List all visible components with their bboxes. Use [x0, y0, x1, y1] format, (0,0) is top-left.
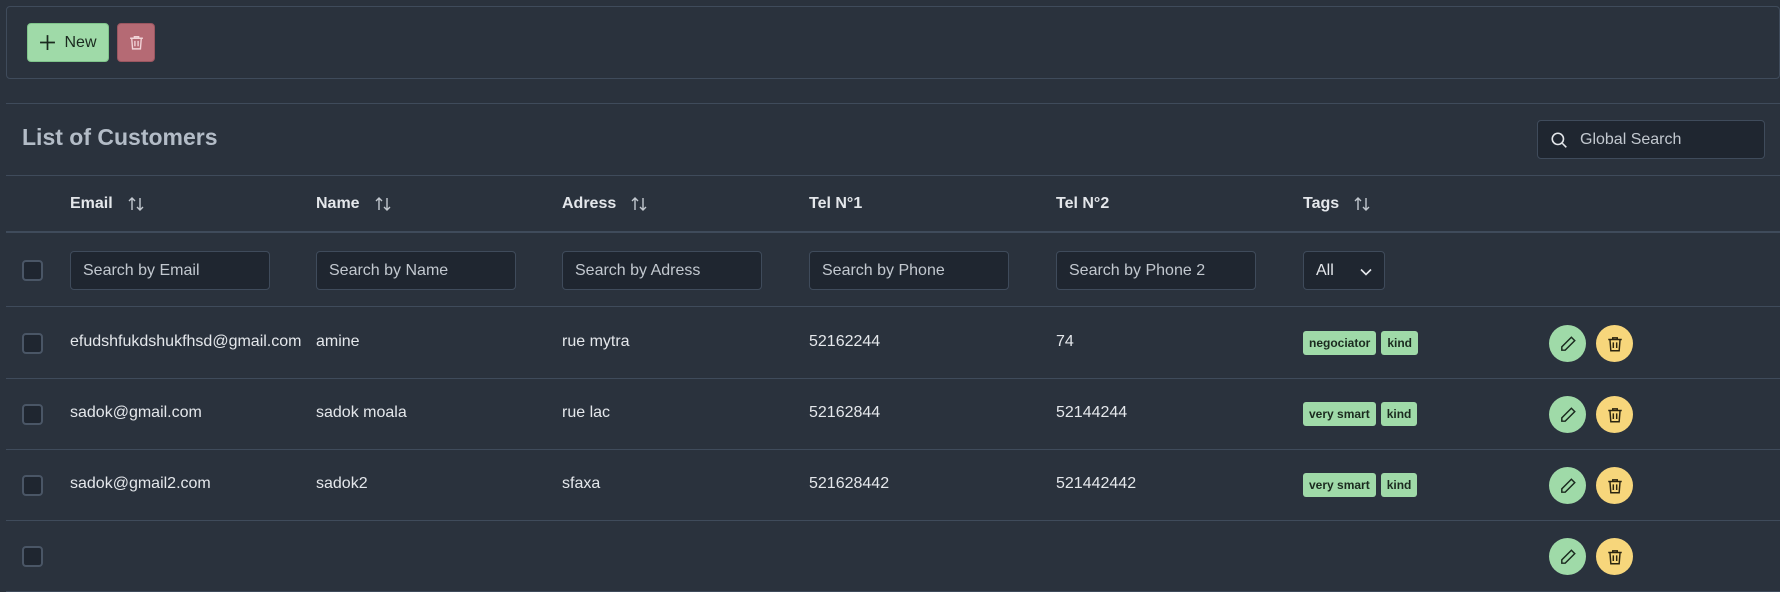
column-header-address[interactable]: Adress — [562, 195, 648, 213]
trash-icon — [1607, 407, 1622, 422]
tag-badge: kind — [1381, 331, 1419, 355]
pencil-icon — [1560, 335, 1576, 351]
trash-icon — [1607, 549, 1622, 564]
column-header-label: Name — [316, 195, 360, 212]
toolbar: New — [6, 6, 1780, 79]
tel2-cell: 74 — [1056, 333, 1074, 350]
name-cell: amine — [316, 333, 360, 350]
table-row — [6, 521, 1780, 592]
delete-button[interactable] — [1596, 467, 1633, 504]
email-cell: sadok@gmail2.com — [70, 475, 211, 492]
customers-table: List of Customers Email Name Adress Tel … — [6, 103, 1780, 592]
row-checkbox[interactable] — [22, 333, 43, 354]
edit-button[interactable] — [1549, 467, 1586, 504]
column-header-label: Email — [70, 195, 113, 212]
tel2-filter-input[interactable] — [1056, 251, 1256, 290]
column-header-label: Adress — [562, 195, 617, 212]
name-cell: sadok2 — [316, 475, 368, 492]
select-all-checkbox[interactable] — [22, 260, 43, 281]
row-checkbox[interactable] — [22, 546, 43, 567]
sort-icon — [631, 197, 647, 211]
column-header-tel1: Tel N°1 — [809, 195, 862, 213]
table-row: sadok@gmail.com sadok moala rue lac 5216… — [6, 379, 1780, 450]
tel2-cell: 52144244 — [1056, 404, 1128, 421]
email-filter-input[interactable] — [70, 251, 270, 290]
email-cell: efudshfukdshukfhsd@gmail.com — [70, 333, 302, 350]
new-button[interactable]: New — [27, 23, 109, 62]
column-header-tel2: Tel N°2 — [1056, 195, 1109, 213]
trash-icon — [129, 35, 143, 50]
search-icon — [1551, 132, 1567, 148]
tag-badge: very smart — [1303, 473, 1376, 497]
row-checkbox[interactable] — [22, 404, 43, 425]
sort-icon — [128, 197, 144, 211]
sort-icon — [1354, 197, 1370, 211]
name-cell: sadok moala — [316, 404, 407, 421]
column-header-email[interactable]: Email — [70, 195, 145, 213]
tag-badge: kind — [1380, 473, 1418, 497]
trash-icon — [1607, 478, 1622, 493]
column-header-label: Tags — [1303, 195, 1340, 212]
column-header-label: Tel N°2 — [1056, 195, 1110, 212]
table-header: List of Customers — [6, 104, 1780, 176]
tag-badge: kind — [1380, 402, 1418, 426]
chevron-down-icon — [1360, 268, 1372, 276]
global-search[interactable] — [1537, 120, 1765, 159]
tags-cell: very smart kind — [1303, 402, 1418, 426]
tel1-cell: 52162244 — [809, 333, 881, 350]
row-checkbox[interactable] — [22, 475, 43, 496]
pencil-icon — [1560, 477, 1576, 493]
edit-button[interactable] — [1549, 325, 1586, 362]
trash-icon — [1607, 336, 1622, 351]
delete-button[interactable] — [1596, 325, 1633, 362]
address-filter-input[interactable] — [562, 251, 762, 290]
tags-filter-value: All — [1316, 262, 1334, 279]
address-cell: sfaxa — [562, 475, 601, 492]
filter-row: All — [6, 235, 1780, 307]
tag-badge: negociator — [1303, 331, 1377, 355]
pencil-icon — [1560, 406, 1576, 422]
address-cell: rue mytra — [562, 333, 630, 350]
tags-cell: negociator kind — [1303, 331, 1419, 355]
delete-button[interactable] — [1596, 538, 1633, 575]
tag-badge: very smart — [1303, 402, 1376, 426]
column-header-label: Tel N°1 — [809, 195, 863, 212]
sort-icon — [375, 197, 391, 211]
table-row: sadok@gmail2.com sadok2 sfaxa 521628442 … — [6, 450, 1780, 521]
pencil-icon — [1560, 548, 1576, 564]
plus-icon — [40, 35, 56, 50]
tel2-cell: 521442442 — [1056, 475, 1137, 492]
delete-selected-button[interactable] — [117, 23, 155, 62]
tags-filter-select[interactable]: All — [1303, 251, 1385, 290]
tel1-cell: 521628442 — [809, 475, 890, 492]
column-header-name[interactable]: Name — [316, 195, 392, 213]
new-button-label: New — [64, 33, 97, 51]
delete-button[interactable] — [1596, 396, 1633, 433]
email-cell: sadok@gmail.com — [70, 404, 202, 421]
name-filter-input[interactable] — [316, 251, 516, 290]
edit-button[interactable] — [1549, 396, 1586, 433]
column-header-tags[interactable]: Tags — [1303, 195, 1371, 213]
column-header-row: Email Name Adress Tel N°1 Tel N°2 Tags — [6, 177, 1780, 233]
tags-cell: very smart kind — [1303, 473, 1418, 497]
page-title: List of Customers — [22, 124, 218, 150]
tel1-cell: 52162844 — [809, 404, 881, 421]
edit-button[interactable] — [1549, 538, 1586, 575]
global-search-input[interactable] — [1578, 121, 1758, 158]
tel1-filter-input[interactable] — [809, 251, 1009, 290]
address-cell: rue lac — [562, 404, 611, 421]
table-row: efudshfukdshukfhsd@gmail.com amine rue m… — [6, 308, 1780, 379]
